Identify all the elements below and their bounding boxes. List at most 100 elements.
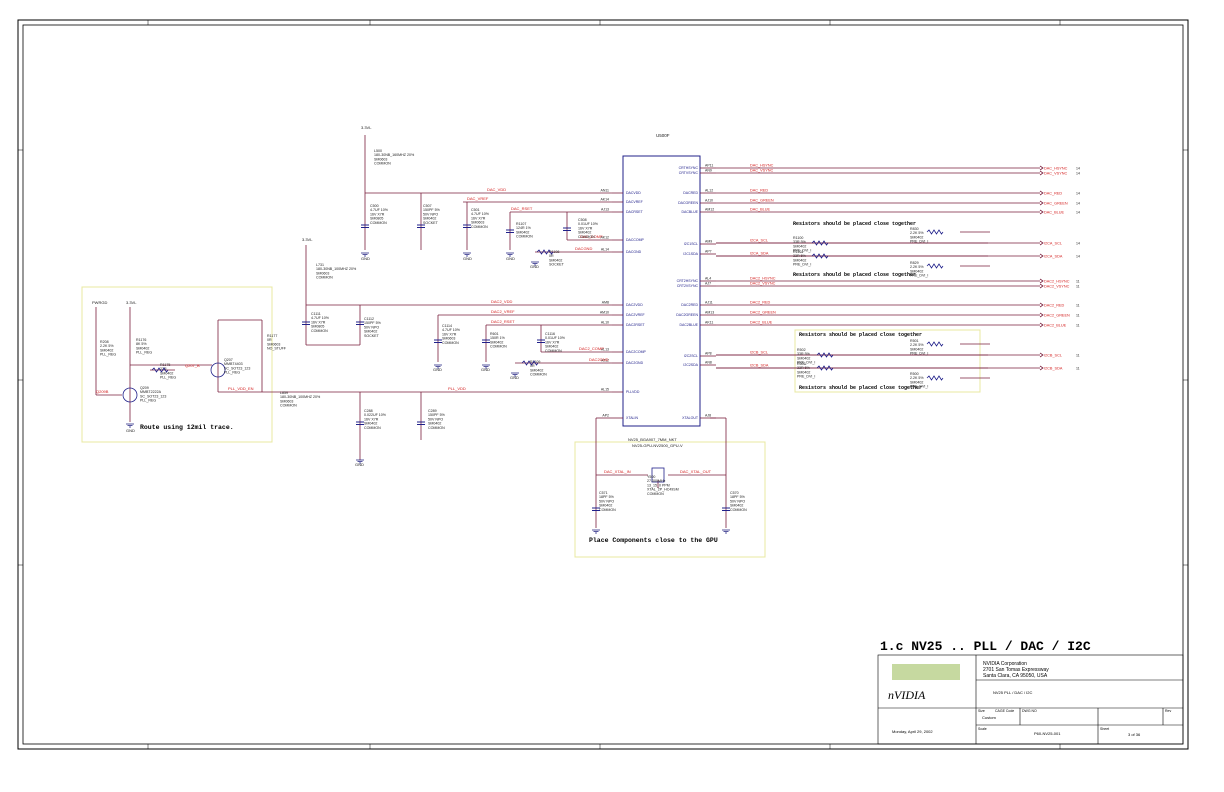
component-c288[interactable]: C2880.022UF 10%16V X7RSM0402COMMON: [364, 409, 387, 430]
output-port-label: DAC_RED: [1044, 192, 1062, 196]
component-stuff: PRE_DVI_I: [910, 352, 928, 356]
component-stuff: PLL_REG: [160, 376, 176, 380]
output-port-label: DAC_VSYNC: [1044, 172, 1067, 176]
gpu-pin-number: AN11: [601, 189, 610, 193]
component-c1114[interactable]: C11144.7UF 10%16V X7RSM0603COMMON: [442, 324, 461, 345]
component-stuff: COMMON: [490, 345, 507, 349]
offpage-port-arrow: [1039, 312, 1044, 318]
net-pwrgd: PWRGD: [92, 300, 107, 305]
component-l859[interactable]: L859180-30NB_100MHZ 20%SM0603COMMON: [280, 391, 321, 408]
component-stuff: COMMON: [428, 426, 445, 430]
component-r1177[interactable]: R11770RSM0603NO_STUFF: [267, 334, 287, 351]
component-c570[interactable]: C57018PF 5%50V NPOSM0402COMMON: [730, 491, 747, 512]
gpu-pin-name: CRT2HSYNC: [677, 279, 699, 283]
ground-symbol: [126, 423, 134, 428]
component-stuff: COMMON: [530, 373, 547, 377]
gpu-pin-name: DAC2VDD: [626, 303, 643, 307]
offpage-port-arrow: [1039, 200, 1044, 206]
component-r829[interactable]: R8292.2K 5%SM0402PRE_DVI_I: [910, 261, 928, 278]
output-port-label: DAC2_HSYNC: [1044, 280, 1070, 284]
gnd-2: GND: [463, 256, 472, 261]
offpage-port-arrow: [1039, 278, 1044, 284]
component-c1112[interactable]: C1112150PF 5%50V NPOSM0402SOCKET: [364, 317, 382, 338]
gpu-pin-name: DACVREF: [626, 200, 643, 204]
output-page-ref: 14: [1076, 211, 1080, 215]
gpu-pin-name: DAC2BLUE: [680, 323, 699, 327]
net-3v3-b: 3.3VL: [302, 237, 313, 242]
offpage-port-arrow: [1039, 209, 1044, 215]
component-l731[interactable]: L731180-30NB_100MHZ 20%SM0603COMMON: [316, 263, 357, 280]
gpu-pin-number: AL10: [601, 321, 609, 325]
output-page-ref: 11: [1076, 324, 1080, 328]
component-stuff: PLL_REG: [100, 353, 116, 357]
net-q209b: Q209B: [96, 389, 109, 394]
component-c1111[interactable]: C11114.7UF 10%16V X7RSM0805COMMON: [311, 312, 330, 333]
gpu-pin-name: DAC2RSET: [626, 323, 646, 327]
gpu-pin-name: I2C2SCL: [684, 354, 698, 358]
net-pll-vdd: PLL_VDD: [448, 386, 466, 391]
component-r1108[interactable]: R11080RSM0402SOCKET: [549, 250, 565, 267]
i2c2-resistor-note-box: [794, 329, 981, 393]
component-stuff: PRE_DVI_I: [793, 263, 811, 267]
net-dac2-comp: DAC2_COMP: [579, 346, 604, 351]
component-y500[interactable]: Y50027.000MHz13_15_0 PPMXTAL_2P_HC49SMCO…: [647, 475, 679, 496]
net-xtal-in: DAC_XTAL_IN: [604, 469, 631, 474]
output-page-ref: 11: [1076, 354, 1080, 358]
component-stuff: COMMON: [311, 329, 328, 333]
component-stuff: PRE_DVI_I: [910, 385, 928, 389]
page-name: NV25 PLL / DAC / I2C: [993, 690, 1033, 695]
component-r1176[interactable]: R11768K 5%SM0402PLL_REG: [136, 338, 152, 355]
gpu-pin-name: CRTHSYNC: [679, 166, 699, 170]
component-stuff: PLL_REG: [140, 399, 156, 403]
scale-label: Scale: [978, 727, 987, 731]
gpu-u500f-symbol[interactable]: [622, 155, 701, 427]
component-r830[interactable]: R8302.2K 5%SM0402PRE_DVI_I: [910, 227, 928, 244]
dwg-value: P60-NV25-001: [1034, 731, 1061, 736]
component-c1116[interactable]: C11160.01UF 10%16V X7RSM0402COMMON: [545, 332, 566, 353]
note-resist-2: Resistors should be placed close togethe…: [793, 272, 916, 278]
dac-output-nets: DAC_HSYNC DAC_HSYNC 14 DAC_VSYNC DAC_VSYNC 14…: [716, 164, 1080, 371]
output-port-label: DAC2_GREEN: [1044, 314, 1070, 318]
net-q207b: Q207_B: [185, 363, 200, 368]
component-r1109[interactable]: R11090RSM0402COMMON: [530, 360, 547, 377]
component-l500[interactable]: L500180-30NB_160MHZ 20%SM0603COMMON: [374, 149, 415, 166]
component-r1107[interactable]: R1107124R 1%SM0402COMMON: [516, 222, 533, 239]
gpu-pin-name: PLLVDD: [626, 390, 640, 394]
gpu-pin-name: XTALOUT: [682, 416, 699, 420]
gpu-pin-name: CRTVSYNC: [679, 171, 699, 175]
component-c500[interactable]: C5004.7UF 10%16V X7RSM0805COMMON: [370, 204, 389, 225]
gnd-7: GND: [126, 428, 135, 433]
component-c501[interactable]: C5014.7UF 10%16V X7RSM0603COMMON: [471, 208, 490, 229]
net-xtal-out: DAC_XTAL_OUT: [680, 469, 712, 474]
component-c507[interactable]: C507150PF 5%50V NPOSM0402SOCKET: [423, 204, 441, 225]
component-stuff: COMMON: [516, 235, 533, 239]
component-r1175[interactable]: R117522RSM0402PLL_REG: [160, 363, 176, 380]
output-page-ref: 11: [1076, 285, 1080, 289]
gpu-pin-number: AM8: [602, 301, 609, 305]
component-q209[interactable]: Q209MMBT2222ASC_SOT23_123PLL_REG: [140, 386, 166, 403]
component-q207[interactable]: Q207MMBT4403SC_SOT23_123PLL_REG: [224, 358, 250, 375]
net-dac2-rset: DAC2_RSET: [491, 319, 515, 324]
gpu-pin-number: AN9: [705, 169, 712, 173]
output-page-ref: 11: [1076, 304, 1080, 308]
component-c571[interactable]: C57118PF 5%50V NPOSM0402COMMON: [599, 491, 616, 512]
sheet-label: Sheet: [1100, 727, 1109, 731]
gpu-pin-number: AK11: [705, 321, 713, 325]
component-stuff: COMMON: [316, 276, 333, 280]
component-r208[interactable]: R2082.2K 5%SM0402PLL_REG: [100, 340, 116, 357]
component-c289[interactable]: C289150PF 5%50V NPOSM0402COMMON: [428, 409, 446, 430]
offpage-port-arrow: [1039, 170, 1044, 176]
net-pll-vdd-en: PLL_VDD_EN: [228, 386, 254, 391]
resistor-symbol: [926, 341, 944, 347]
component-stuff: COMMON: [599, 508, 616, 512]
component-r500[interactable]: R5002.2K 5%SM0402PRE_DVI_I: [910, 372, 928, 389]
component-stuff: COMMON: [545, 349, 562, 353]
gpu-pin-name: I2C1SCL: [684, 242, 698, 246]
note-route: Route using 12mil trace.: [140, 424, 234, 431]
component-r501[interactable]: R5012.2K 5%SM0402PRE_DVI_I: [910, 339, 928, 356]
component-r601[interactable]: R601150R 1%SM0402COMMON: [490, 332, 507, 349]
output-net-label: DAC_VSYNC: [750, 169, 773, 173]
nvidia-logo-mark: [892, 664, 960, 680]
output-page-ref: 14: [1076, 167, 1080, 171]
offpage-port-arrow: [1039, 283, 1044, 289]
